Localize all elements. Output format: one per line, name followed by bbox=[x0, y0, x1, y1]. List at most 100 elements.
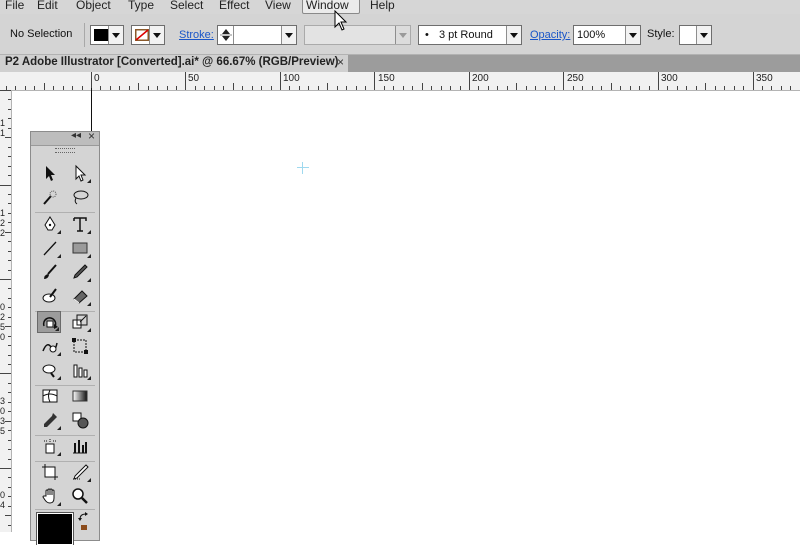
ruler-label: 4 bbox=[0, 500, 6, 510]
panel-grip[interactable] bbox=[55, 148, 75, 153]
paintbrush-tool-icon[interactable] bbox=[38, 261, 62, 283]
gradient-tool-icon[interactable] bbox=[68, 385, 92, 407]
ruler-label: 250 bbox=[567, 73, 584, 84]
mouse-cursor-icon bbox=[334, 10, 348, 31]
menu-type[interactable]: Type bbox=[125, 0, 157, 13]
ruler-label: 2 bbox=[0, 228, 6, 238]
live-paint-bucket-tool-icon[interactable] bbox=[38, 435, 62, 457]
slice-tool-icon[interactable] bbox=[68, 461, 92, 483]
eyedropper-tool-icon[interactable] bbox=[38, 409, 62, 431]
ruler-label: 350 bbox=[756, 73, 773, 84]
direct-selection-tool-icon[interactable] bbox=[68, 162, 92, 184]
ruler-ticks bbox=[6, 72, 791, 90]
type-tool-icon[interactable] bbox=[68, 213, 92, 235]
opacity-field[interactable]: 100% bbox=[573, 25, 641, 45]
swap-fill-stroke-icon[interactable] bbox=[78, 512, 90, 522]
ruler-label: 150 bbox=[378, 73, 395, 84]
ruler-label: 0 bbox=[0, 302, 6, 312]
graphic-style-dropdown[interactable] bbox=[679, 25, 712, 45]
fill-swatch bbox=[94, 29, 108, 41]
lasso-tool-icon[interactable] bbox=[68, 186, 92, 208]
brush-definition-dropdown[interactable]: • 3 pt Round bbox=[418, 25, 522, 45]
chevron-down-icon bbox=[149, 26, 164, 44]
horizontal-ruler[interactable]: 0 50 100 150 200 250 300 350 bbox=[0, 72, 800, 91]
chevron-down-icon bbox=[696, 26, 711, 44]
ruler-label: 0 bbox=[0, 332, 6, 342]
rectangle-tool-icon[interactable] bbox=[68, 237, 92, 259]
ruler-guide-line bbox=[91, 88, 92, 132]
menu-select[interactable]: Select bbox=[167, 0, 206, 13]
ruler-label: 1 bbox=[0, 118, 6, 128]
document-tab[interactable]: P2 Adobe Illustrator [Converted].ai* @ 6… bbox=[0, 55, 348, 72]
document-title: P2 Adobe Illustrator [Converted].ai* @ 6… bbox=[5, 56, 339, 68]
brush-dot-icon: • bbox=[425, 29, 429, 41]
warp-tool-icon[interactable] bbox=[38, 335, 62, 357]
free-transform-tool-icon[interactable] bbox=[68, 335, 92, 357]
ruler-label: 2 bbox=[0, 312, 6, 322]
ruler-label: 1 bbox=[0, 208, 6, 218]
opacity-panel-link[interactable]: Opacity: bbox=[530, 29, 570, 41]
selection-status: No Selection bbox=[10, 28, 73, 40]
ruler-label: 3 bbox=[0, 416, 6, 426]
column-graph-tool-icon[interactable] bbox=[68, 359, 92, 381]
collapse-icon[interactable]: ◂◂ bbox=[71, 130, 81, 141]
fill-color-swatch[interactable] bbox=[36, 512, 74, 545]
ruler-label: 2 bbox=[0, 218, 6, 228]
zoom-tool-icon[interactable] bbox=[68, 485, 92, 507]
no-stroke-icon bbox=[135, 29, 149, 41]
close-icon[interactable]: × bbox=[337, 55, 344, 69]
pencil-tool-icon[interactable] bbox=[68, 261, 92, 283]
chevron-down-icon bbox=[625, 26, 640, 44]
blend-tool-icon[interactable] bbox=[68, 409, 92, 431]
document-tab-bar: P2 Adobe Illustrator [Converted].ai* @ 6… bbox=[0, 55, 800, 72]
close-icon[interactable]: × bbox=[88, 129, 95, 143]
magic-wand-tool-icon[interactable] bbox=[38, 186, 62, 208]
menu-file[interactable]: File bbox=[2, 0, 27, 13]
selection-tool-icon[interactable] bbox=[38, 162, 62, 184]
stepper-arrows-icon[interactable] bbox=[220, 28, 232, 42]
ruler-label: 0 bbox=[0, 490, 6, 500]
tools-panel: ◂◂ × bbox=[30, 129, 100, 545]
chevron-down-icon bbox=[108, 26, 123, 44]
variable-width-profile-dropdown[interactable] bbox=[304, 25, 411, 45]
graph-tool-icon[interactable] bbox=[68, 435, 92, 457]
rotate-tool-icon[interactable] bbox=[37, 311, 61, 333]
stroke-color-swatch[interactable] bbox=[81, 525, 87, 530]
menu-edit[interactable]: Edit bbox=[34, 0, 61, 13]
chevron-down-icon bbox=[281, 26, 296, 44]
stroke-color-dropdown[interactable] bbox=[131, 25, 165, 45]
line-segment-tool-icon[interactable] bbox=[38, 237, 62, 259]
ruler-label: 3 bbox=[0, 396, 6, 406]
control-bar: No Selection Stroke: • 3 pt Round Opacit… bbox=[0, 14, 800, 55]
pen-tool-icon[interactable] bbox=[38, 213, 62, 235]
stroke-panel-link[interactable]: Stroke: bbox=[179, 29, 214, 41]
style-label: Style: bbox=[647, 28, 675, 40]
symbol-sprayer-tool-icon[interactable] bbox=[38, 359, 62, 381]
menu-effect[interactable]: Effect bbox=[216, 0, 252, 13]
chevron-down-icon bbox=[506, 26, 521, 44]
ruler-label: 0 bbox=[94, 73, 100, 84]
tools-panel-header[interactable]: ◂◂ × bbox=[31, 129, 99, 146]
ruler-label: 50 bbox=[188, 73, 200, 84]
artboard-tool-icon[interactable] bbox=[38, 461, 62, 483]
fill-color-dropdown[interactable] bbox=[90, 25, 124, 45]
hand-tool-icon[interactable] bbox=[38, 485, 62, 507]
menu-window[interactable]: Window bbox=[302, 0, 360, 14]
menu-bar: File Edit Object Type Select Effect View… bbox=[0, 0, 800, 14]
menu-help[interactable]: Help bbox=[367, 0, 398, 13]
opacity-value: 100% bbox=[577, 29, 606, 41]
mesh-tool-icon[interactable] bbox=[38, 385, 62, 407]
menu-view[interactable]: View bbox=[262, 0, 294, 13]
blob-brush-tool-icon[interactable] bbox=[38, 285, 62, 307]
ruler-label: 200 bbox=[472, 73, 489, 84]
ruler-label: 5 bbox=[0, 322, 6, 332]
vertical-ruler[interactable]: 1 1 1 2 2 0 2 5 0 3 0 3 5 0 4 bbox=[0, 90, 12, 532]
ruler-label: 5 bbox=[0, 426, 6, 436]
brush-name: 3 pt Round bbox=[439, 29, 493, 41]
chevron-down-icon bbox=[395, 26, 410, 44]
stroke-weight-field[interactable] bbox=[217, 25, 297, 45]
eraser-tool-icon[interactable] bbox=[68, 285, 92, 307]
menu-object[interactable]: Object bbox=[73, 0, 114, 13]
artboard-canvas[interactable] bbox=[12, 91, 800, 532]
scale-tool-icon[interactable] bbox=[68, 311, 92, 333]
